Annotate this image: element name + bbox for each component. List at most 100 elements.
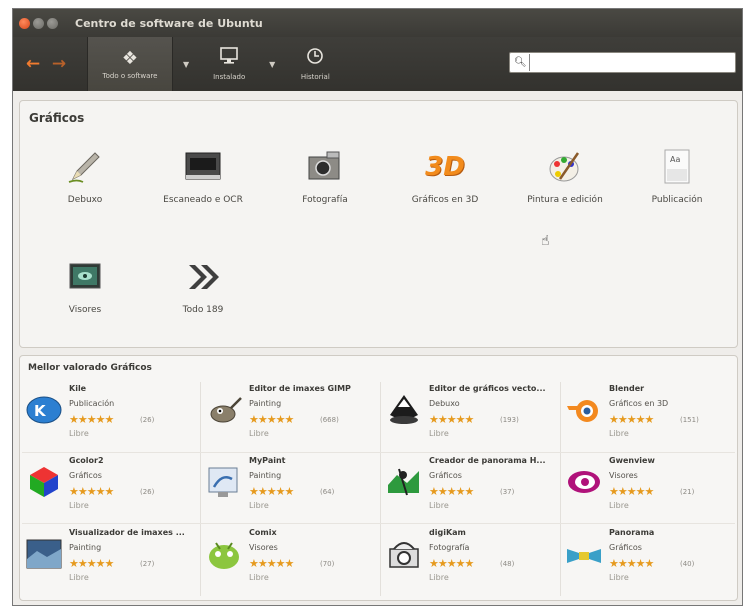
installed-dropdown-icon[interactable]: ▼ xyxy=(269,60,275,69)
app-category: Painting xyxy=(249,471,282,480)
gimp-icon xyxy=(204,390,244,430)
clock-icon xyxy=(306,47,324,70)
app-tile-comix[interactable]: Comix Visores ★★★★★ (70) Libre xyxy=(202,526,380,596)
panorama-icon xyxy=(564,534,604,574)
category-escaneado[interactable]: Escaneado e OCR xyxy=(148,147,258,205)
category-debuxo[interactable]: Debuxo xyxy=(30,147,140,205)
app-tile-digikam[interactable]: digiKam Fotografía ★★★★★ (48) Libre xyxy=(382,526,560,596)
app-name: Panorama xyxy=(609,528,655,537)
all-software-label: Todo o software xyxy=(102,71,158,80)
rating-count: (27) xyxy=(140,560,155,568)
rating-count: (26) xyxy=(140,416,155,424)
app-category: Painting xyxy=(249,399,282,408)
maximize-window-button[interactable] xyxy=(47,17,58,29)
scanner-icon xyxy=(183,147,223,187)
app-category: Visores xyxy=(609,471,638,480)
rating-stars: ★★★★★ xyxy=(249,485,294,498)
toolbar: ← → ❖ Todo o software ▼ Instalado ▼ Hist… xyxy=(13,37,742,91)
history-button[interactable]: Historial xyxy=(285,37,345,91)
all-software-dropdown-icon[interactable]: ▼ xyxy=(183,60,189,69)
installed-button[interactable]: Instalado xyxy=(199,37,259,91)
column-divider xyxy=(380,382,381,596)
category-label: Pintura e edición xyxy=(527,195,603,205)
rating-stars: ★★★★★ xyxy=(249,557,294,570)
category-visores[interactable]: Visores xyxy=(30,257,140,315)
app-category: Gráficos xyxy=(69,471,102,480)
app-tile-inkscape[interactable]: Editor de gráficos vecto... Debuxo ★★★★★… xyxy=(382,382,560,452)
pencil-icon xyxy=(65,147,105,187)
column-divider xyxy=(560,382,561,596)
app-price: Libre xyxy=(609,573,629,582)
app-category: Publicación xyxy=(69,399,115,408)
rating-count: (40) xyxy=(680,560,695,568)
minimize-window-button[interactable] xyxy=(33,17,44,29)
camera-icon xyxy=(305,147,345,187)
app-tile-gcolor2[interactable]: Gcolor2 Gráficos ★★★★★ (26) Libre xyxy=(22,454,200,524)
window-title: Centro de software de Ubuntu xyxy=(75,16,263,30)
category-publicacion[interactable]: Aa Publicación xyxy=(622,147,732,205)
gwenview-icon xyxy=(564,462,604,502)
gcolor2-icon xyxy=(24,462,64,502)
close-window-button[interactable] xyxy=(19,17,30,29)
dropbox-icon: ❖ xyxy=(121,47,139,69)
inkscape-icon xyxy=(384,390,424,430)
image-viewer-icon xyxy=(24,534,64,574)
history-label: Historial xyxy=(300,73,330,81)
app-name: Kile xyxy=(69,384,87,393)
rating-count: (151) xyxy=(680,416,699,424)
rating-stars: ★★★★★ xyxy=(429,413,474,426)
category-label: Publicación xyxy=(651,195,703,205)
app-name: Editor de imaxes GIMP xyxy=(249,384,351,393)
rating-stars: ★★★★★ xyxy=(69,485,114,498)
monitor-icon xyxy=(219,47,239,70)
rating-stars: ★★★★★ xyxy=(609,413,654,426)
back-arrow-icon[interactable]: ← xyxy=(21,54,45,74)
row-divider xyxy=(22,452,735,453)
app-tile-visualizador[interactable]: Visualizador de imaxes ... Painting ★★★★… xyxy=(22,526,200,596)
search-input[interactable] xyxy=(528,54,735,71)
chevrons-icon xyxy=(183,257,223,297)
rating-stars: ★★★★★ xyxy=(429,485,474,498)
app-tile-panorama[interactable]: Panorama Gráficos ★★★★★ (40) Libre xyxy=(562,526,740,596)
app-tile-hugin[interactable]: Creador de panorama H... Gráficos ★★★★★ … xyxy=(382,454,560,524)
column-divider xyxy=(200,382,201,596)
rating-count: (48) xyxy=(500,560,515,568)
rating-stars: ★★★★★ xyxy=(249,413,294,426)
app-price: Libre xyxy=(609,501,629,510)
category-3d[interactable]: 3D Gráficos en 3D xyxy=(390,147,500,205)
app-category: Debuxo xyxy=(429,399,460,408)
mouse-cursor-icon: ☝ xyxy=(541,233,550,249)
svg-text:K: K xyxy=(34,402,47,420)
rating-stars: ★★★★★ xyxy=(429,557,474,570)
app-tile-kile[interactable]: K Kile Publicación ★★★★★ (26) Libre xyxy=(22,382,200,452)
app-tile-mypaint[interactable]: MyPaint Painting ★★★★★ (64) Libre xyxy=(202,454,380,524)
category-pintura[interactable]: Pintura e edición xyxy=(510,147,620,205)
app-tile-gimp[interactable]: Editor de imaxes GIMP Painting ★★★★★ (66… xyxy=(202,382,380,452)
category-todo[interactable]: Todo 189 xyxy=(148,257,258,315)
search-box[interactable]: 🔍︎ xyxy=(509,52,736,73)
app-category: Fotografía xyxy=(429,543,470,552)
app-price: Libre xyxy=(429,429,449,438)
search-icon: 🔍︎ xyxy=(514,57,527,68)
forward-arrow-icon[interactable]: → xyxy=(47,54,71,74)
rating-count: (64) xyxy=(320,488,335,496)
app-price: Libre xyxy=(69,573,89,582)
app-tile-gwenview[interactable]: Gwenview Visores ★★★★★ (21) Libre xyxy=(562,454,740,524)
category-label: Gráficos en 3D xyxy=(411,195,479,205)
title-bar: Centro de software de Ubuntu xyxy=(13,9,742,37)
app-tile-blender[interactable]: Blender Gráficos en 3D ★★★★★ (151) Libre xyxy=(562,382,740,452)
top-rated-panel: Mellor valorado Gráficos K Kile Publicac… xyxy=(19,355,738,601)
rating-count: (37) xyxy=(500,488,515,496)
app-price: Libre xyxy=(249,501,269,510)
app-name: Creador de panorama H... xyxy=(429,456,546,465)
document-icon: Aa xyxy=(657,147,697,187)
rating-count: (26) xyxy=(140,488,155,496)
category-fotografia[interactable]: Fotografía xyxy=(270,147,380,205)
top-rated-title: Mellor valorado Gráficos xyxy=(28,363,152,373)
3d-icon: 3D xyxy=(425,152,465,182)
app-name: digiKam xyxy=(429,528,466,537)
app-category: Gráficos en 3D xyxy=(609,399,669,408)
app-category: Gráficos xyxy=(429,471,462,480)
app-category: Gráficos xyxy=(609,543,642,552)
all-software-button[interactable]: ❖ Todo o software xyxy=(87,37,173,91)
